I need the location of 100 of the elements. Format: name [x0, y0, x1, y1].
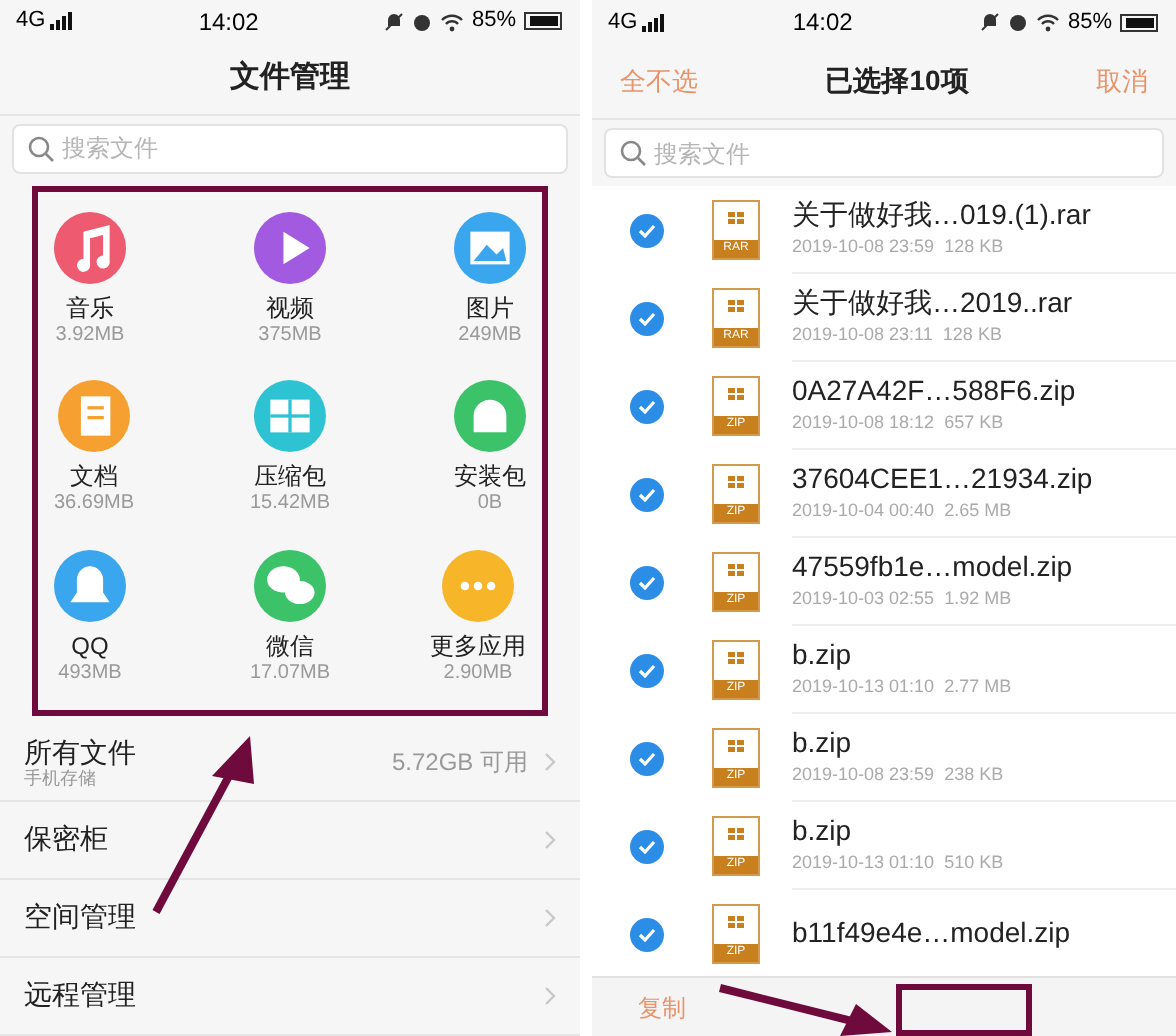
- grid-icon: [728, 212, 744, 224]
- file-name: b.zip: [792, 638, 854, 673]
- file-name: 37604CEE1…21934.zip: [792, 462, 1095, 497]
- battery-icon: [1120, 13, 1160, 31]
- file-meta: 2019-10-08 18:12 657 KB: [792, 409, 1006, 435]
- check-icon: [638, 839, 656, 853]
- file-name: 关于做好我…019.(1).rar: [792, 198, 1093, 233]
- file-name: 0A27A42F…588F6.zip: [792, 374, 1078, 409]
- file-meta: 2019-10-13 01:10 2.77 MB: [792, 673, 1014, 699]
- bell-off-icon: [979, 12, 1000, 32]
- checkbox[interactable]: [630, 829, 664, 863]
- category-tile[interactable]: 音乐 3.92MB: [38, 211, 206, 353]
- category-size: 249MB: [458, 325, 522, 346]
- signal-icon: [49, 12, 74, 31]
- check-icon: [638, 663, 656, 677]
- chevron-right-icon: [544, 908, 556, 928]
- checkbox[interactable]: [630, 653, 664, 687]
- category-name: 微信: [266, 633, 314, 658]
- battery-label: 85%: [1067, 7, 1112, 38]
- search-field[interactable]: 搜索文件: [604, 128, 1164, 178]
- category-size: 17.07MB: [249, 663, 331, 684]
- checkbox[interactable]: [630, 477, 664, 511]
- menu-row[interactable]: 保密柜: [0, 802, 580, 880]
- category-name: 音乐: [66, 295, 114, 320]
- file-meta: 2019-10-08 23:59 238 KB: [792, 761, 1006, 787]
- file-name: b.zip: [792, 726, 854, 761]
- grid-icon: [728, 652, 744, 664]
- category-size: 2.90MB: [443, 663, 513, 684]
- category-name: 图片: [466, 295, 514, 320]
- search-icon: [620, 140, 646, 166]
- chevron-right-icon: [544, 986, 556, 1006]
- category-size: 15.42MB: [249, 494, 331, 515]
- file-meta: 2019-10-03 02:55 1.92 MB: [792, 585, 1014, 611]
- file-name: b.zip: [792, 814, 854, 849]
- menu-label: 空间管理: [24, 900, 136, 936]
- checkbox[interactable]: [630, 565, 664, 599]
- check-icon: [638, 751, 656, 765]
- file-name: b11f49e4e…model.zip: [792, 915, 1073, 951]
- file-meta: 2019-10-08 23:59 128 KB: [792, 233, 1006, 259]
- screen-title: 文件管理: [230, 57, 350, 98]
- category-tile[interactable]: 安装包 0B: [374, 380, 542, 522]
- status-time: 14:02: [792, 6, 853, 40]
- grid-icon: [728, 740, 744, 752]
- grid-icon: [728, 300, 744, 312]
- search-field[interactable]: 搜索文件: [12, 123, 568, 174]
- category-size: 375MB: [258, 325, 322, 346]
- category-name: 安装包: [454, 464, 526, 489]
- category-size: 3.92MB: [55, 325, 125, 346]
- category-size: 493MB: [58, 663, 122, 684]
- file-meta: 2019-10-08 23:11 128 KB: [792, 321, 1004, 347]
- checkbox[interactable]: [630, 917, 664, 951]
- check-icon: [638, 487, 656, 501]
- category-name: 更多应用: [430, 633, 526, 658]
- category-tile[interactable]: QQ 493MB: [38, 549, 206, 690]
- check-icon: [638, 223, 656, 237]
- category-tile[interactable]: 文档 36.69MB: [38, 380, 206, 522]
- category-name: 压缩包: [254, 464, 326, 489]
- category-name: 视频: [266, 295, 314, 320]
- category-tile[interactable]: 图片 249MB: [374, 211, 542, 353]
- checkbox[interactable]: [630, 741, 664, 775]
- grid-icon: [728, 388, 744, 400]
- category-size: 0B: [477, 494, 503, 515]
- check-icon: [638, 927, 656, 941]
- check-icon: [638, 311, 656, 325]
- network-label: 4G: [608, 5, 666, 39]
- battery-label: 85%: [471, 6, 516, 37]
- menu-label: 保密柜: [24, 822, 108, 858]
- file-meta: 2019-10-13 01:10 510 KB: [792, 849, 1006, 875]
- category-tile[interactable]: 视频 375MB: [206, 211, 374, 353]
- checkbox[interactable]: [630, 213, 664, 247]
- check-icon: [638, 575, 656, 589]
- battery-icon: [524, 12, 564, 31]
- screen-title: 已选择10项: [825, 62, 969, 100]
- checkbox[interactable]: [630, 301, 664, 335]
- storage-value: 5.72GB 可用: [391, 746, 528, 780]
- status-time: 14:02: [198, 5, 259, 40]
- category-name: QQ: [71, 633, 109, 658]
- file-name: 关于做好我…2019..rar: [792, 286, 1075, 321]
- checkbox[interactable]: [630, 389, 664, 423]
- file-meta: 2019-10-04 00:40 2.65 MB: [792, 497, 1014, 523]
- grid-icon: [728, 476, 744, 488]
- search-icon: [28, 135, 54, 162]
- grid-icon: [728, 828, 744, 840]
- chevron-right-icon: [544, 752, 556, 772]
- check-icon: [638, 399, 656, 413]
- wifi-icon: [439, 11, 464, 32]
- menu-label: 所有文件: [24, 735, 136, 769]
- signal-icon: [641, 13, 666, 31]
- category-size: 36.69MB: [54, 494, 135, 515]
- category-tile[interactable]: 微信 17.07MB: [206, 549, 374, 690]
- grid-icon: [728, 564, 744, 576]
- grid-icon: [728, 916, 744, 928]
- network-label: 4G: [16, 4, 74, 38]
- category-tile[interactable]: 压缩包 15.42MB: [206, 380, 374, 522]
- highlight-frame: [896, 984, 1032, 1036]
- menu-row[interactable]: 空间管理: [0, 880, 580, 958]
- menu-sublabel: 手机存储: [24, 770, 98, 789]
- category-tile[interactable]: 更多应用 2.90MB: [374, 549, 542, 690]
- bell-off-icon: [383, 11, 404, 32]
- menu-row[interactable]: 远程管理: [0, 958, 580, 1036]
